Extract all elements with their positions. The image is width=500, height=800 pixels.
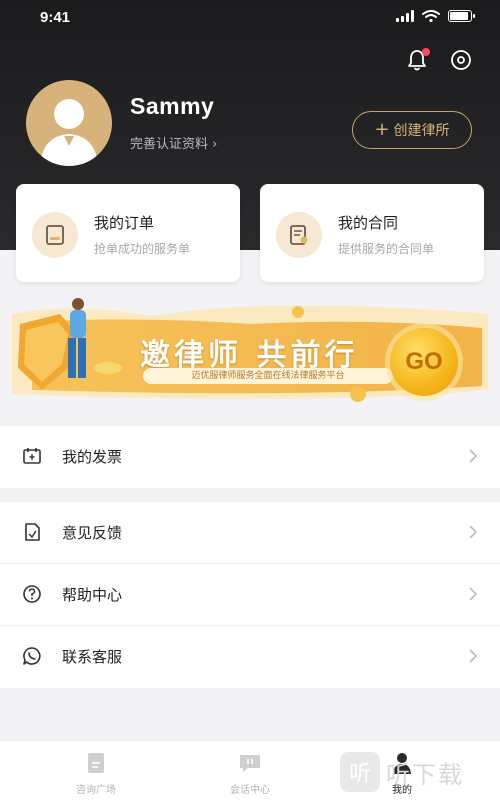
banner-subtitle: 迈优服律师服务全面在线法律服务平台 xyxy=(143,368,393,384)
help-icon xyxy=(23,585,41,603)
tab-label: 会话中心 xyxy=(230,785,270,796)
watermark-badge: 听 xyxy=(340,752,380,792)
status-icons xyxy=(396,10,475,22)
eye-icon[interactable] xyxy=(450,49,472,71)
menu-item-customer-service[interactable]: 联系客服 xyxy=(0,626,500,688)
notification-dot xyxy=(422,48,430,56)
signal-icon xyxy=(396,10,414,22)
status-time: 9:41 xyxy=(40,9,71,26)
chevron-right-icon xyxy=(469,449,478,463)
order-icon xyxy=(32,212,78,258)
chevron-right-icon xyxy=(469,649,478,663)
menu-item-feedback[interactable]: 意见反馈 xyxy=(0,502,500,564)
tab-chat-center[interactable]: 会话中心 xyxy=(190,741,310,800)
watermark-text: 听下载 xyxy=(386,760,464,789)
go-button[interactable]: GO xyxy=(390,328,458,396)
menu-item-label: 帮助中心 xyxy=(62,586,123,604)
my-contracts-title: 我的合同 xyxy=(338,214,399,232)
menu-group-invoice: 我的发票 xyxy=(0,426,500,488)
avatar[interactable] xyxy=(26,80,112,166)
menu-item-invoice[interactable]: 我的发票 xyxy=(0,426,500,488)
status-bar: 9:41 xyxy=(0,0,500,36)
my-contracts-subtitle: 提供服务的合同单 xyxy=(338,242,435,256)
header-actions xyxy=(406,48,472,72)
contract-icon xyxy=(276,212,322,258)
plus-icon: + xyxy=(374,119,390,140)
create-law-firm-label: 创建律所 xyxy=(393,123,450,139)
square-icon xyxy=(88,753,104,773)
feedback-icon xyxy=(25,523,40,541)
menu-item-label: 意见反馈 xyxy=(62,524,123,542)
chevron-right-icon xyxy=(469,587,478,601)
username: Sammy xyxy=(130,93,215,119)
wifi-icon xyxy=(422,10,440,22)
menu-item-label: 联系客服 xyxy=(62,648,123,666)
menu-item-label: 我的发票 xyxy=(62,448,123,466)
battery-level xyxy=(450,12,468,20)
battery-icon xyxy=(448,10,475,22)
tab-label: 咨询广场 xyxy=(76,785,116,796)
create-law-firm-button[interactable]: + 创建律所 xyxy=(352,111,472,149)
chevron-right-icon xyxy=(469,525,478,539)
bell-icon[interactable] xyxy=(406,48,430,72)
my-contracts-card[interactable]: 我的合同 提供服务的合同单 xyxy=(260,184,484,282)
tab-consult-square[interactable]: 咨询广场 xyxy=(36,741,156,800)
chat-icon xyxy=(240,755,260,772)
complete-profile-link[interactable]: 完善认证资料 › xyxy=(130,133,217,152)
my-orders-title: 我的订单 xyxy=(94,214,155,232)
customer-service-icon xyxy=(23,647,41,665)
my-orders-subtitle: 抢单成功的服务单 xyxy=(94,242,191,256)
my-orders-card[interactable]: 我的订单 抢单成功的服务单 xyxy=(16,184,240,282)
watermark: 听 听下载 xyxy=(340,752,464,792)
menu-item-help[interactable]: 帮助中心 xyxy=(0,564,500,626)
invoice-icon xyxy=(23,448,41,464)
menu-group-support: 意见反馈 帮助中心 联系客服 xyxy=(0,502,500,688)
